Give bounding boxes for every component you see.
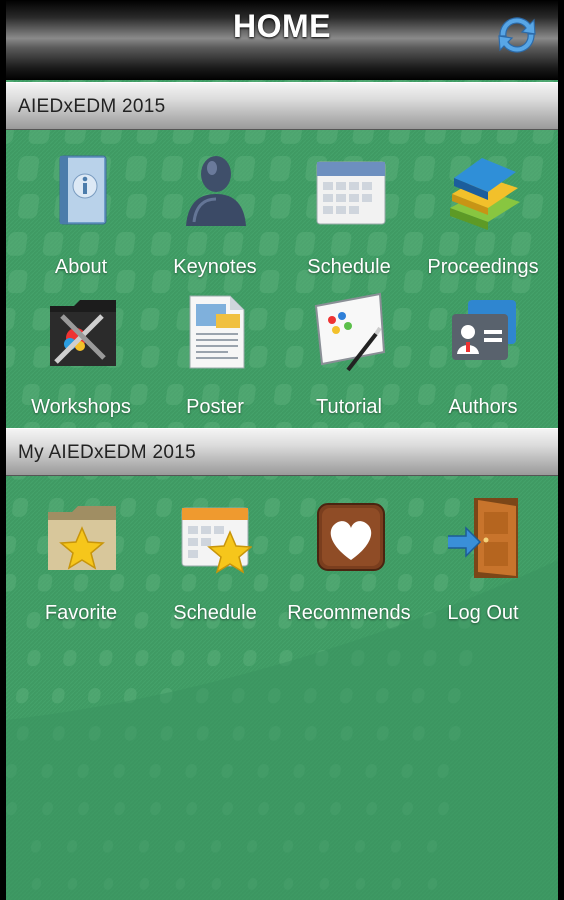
menu-item-label: Favorite xyxy=(44,602,118,624)
whiteboard-icon xyxy=(314,292,386,372)
section-header-my-conference: My AIEDxEDM 2015 xyxy=(6,428,558,476)
calendar-icon xyxy=(316,161,386,225)
menu-item-label: Poster xyxy=(186,396,244,418)
menu-item-poster[interactable]: Poster xyxy=(148,292,282,422)
menu-item-my-schedule[interactable]: Schedule xyxy=(148,498,282,628)
menu-item-label: Authors xyxy=(448,396,518,418)
menu-item-label: Recommends xyxy=(287,602,411,624)
books-icon xyxy=(450,158,520,230)
menu-item-recommends[interactable]: Recommends xyxy=(282,498,416,628)
section-title: My AIEDxEDM 2015 xyxy=(18,442,196,463)
tools-folder-icon xyxy=(50,300,116,366)
refresh-icon xyxy=(498,17,536,53)
menu-item-authors[interactable]: Authors xyxy=(416,292,550,422)
star-folder-icon xyxy=(48,506,116,570)
menu-item-tutorial[interactable]: Tutorial xyxy=(282,292,416,422)
top-app-bar: HOME xyxy=(6,0,558,80)
menu-item-schedule[interactable]: Schedule xyxy=(282,152,416,282)
person-icon xyxy=(186,156,246,226)
menu-item-label: Tutorial xyxy=(316,396,382,418)
menu-item-label: Schedule xyxy=(173,602,257,624)
app-screen: HOME AIEDxEDM 2015 About Keynotes Schedu… xyxy=(6,0,558,900)
menu-item-label: Workshops xyxy=(31,396,131,418)
menu-item-keynotes[interactable]: Keynotes xyxy=(148,152,282,282)
menu-item-workshops[interactable]: Workshops xyxy=(14,292,148,422)
page-title: HOME xyxy=(233,8,331,44)
menu-item-label: Log Out xyxy=(447,602,519,624)
contact-card-icon xyxy=(452,300,516,360)
info-book-icon xyxy=(59,155,107,225)
menu-item-about[interactable]: About xyxy=(14,152,148,282)
door-exit-icon xyxy=(448,498,518,578)
refresh-button[interactable] xyxy=(492,10,542,60)
menu-item-label: About xyxy=(54,256,108,278)
calendar-star-icon xyxy=(181,507,252,574)
menu-item-label: Keynotes xyxy=(173,256,257,278)
menu-item-log-out[interactable]: Log Out xyxy=(416,498,550,628)
section-header-conference: AIEDxEDM 2015 xyxy=(6,82,558,130)
menu-item-proceedings[interactable]: Proceedings xyxy=(416,152,550,282)
poster-document-icon xyxy=(189,295,245,369)
menu-item-label: Proceedings xyxy=(427,256,539,278)
heart-icon xyxy=(317,503,385,571)
section-title: AIEDxEDM 2015 xyxy=(18,96,166,117)
menu-item-label: Schedule xyxy=(307,256,391,278)
menu-item-favorite[interactable]: Favorite xyxy=(14,498,148,628)
